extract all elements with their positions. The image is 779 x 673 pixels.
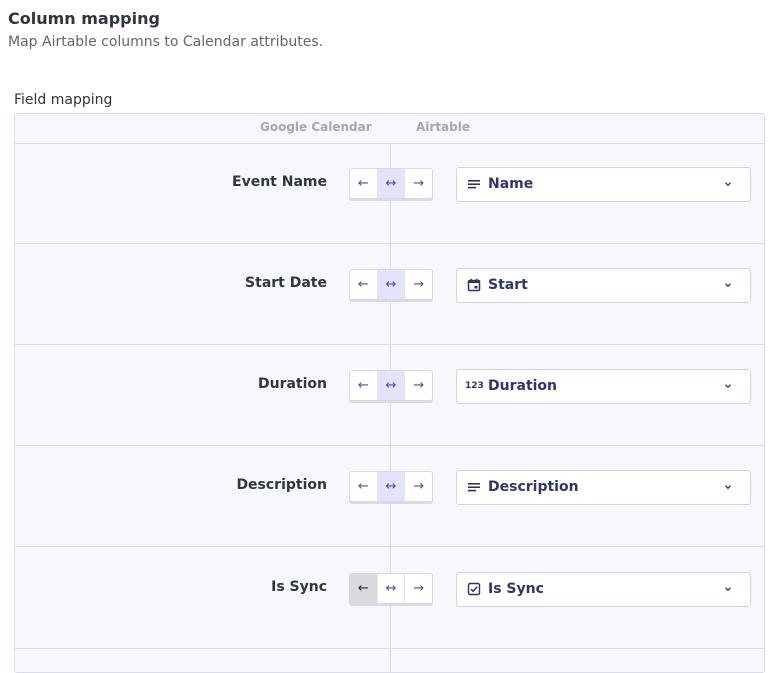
direction-both-button[interactable]: ↔ [378, 574, 406, 603]
sync-direction-toggle: ← ↔ → [349, 370, 433, 401]
direction-to-left-button[interactable]: ← [350, 472, 378, 501]
direction-to-left-button[interactable]: ← [350, 169, 378, 198]
calendar-field-label: Event Name [232, 174, 327, 190]
row-left-side: Description [15, 446, 390, 546]
airtable-field-select[interactable]: Name [456, 167, 751, 202]
airtable-field-select[interactable]: 123 Duration [456, 369, 751, 404]
airtable-field-value: Name [488, 176, 534, 192]
mapping-row-event-name: Event Name ← ↔ → Name [15, 143, 764, 244]
sync-direction-toggle: ← ↔ → [349, 471, 433, 502]
airtable-field-value: Duration [488, 378, 558, 394]
airtable-field-value: Is Sync [488, 581, 544, 597]
column-header-google-calendar: Google Calendar [260, 120, 372, 134]
mapping-row-duration: Duration ← ↔ → 123 Duration [15, 345, 764, 446]
column-header-airtable: Airtable [416, 120, 470, 134]
airtable-field-value: Start [488, 277, 528, 293]
airtable-field-select[interactable]: Description [456, 470, 751, 505]
chevron-down-icon [723, 179, 733, 189]
airtable-field-value: Description [488, 479, 579, 495]
long-text-icon [467, 480, 481, 494]
direction-to-right-button[interactable]: → [405, 270, 432, 299]
mapping-row-start-date: Start Date ← ↔ → Start [15, 244, 764, 345]
direction-both-button[interactable]: ↔ [377, 371, 406, 400]
direction-to-right-button[interactable]: → [405, 574, 432, 603]
direction-both-button[interactable]: ↔ [377, 472, 406, 501]
direction-to-right-button[interactable]: → [405, 371, 432, 400]
direction-to-right-button[interactable]: → [405, 169, 432, 198]
section-label: Field mapping [14, 92, 113, 108]
row-left-side: Duration [15, 345, 390, 445]
chevron-down-icon [723, 482, 733, 492]
long-text-icon [467, 177, 481, 191]
airtable-field-select[interactable]: Start [456, 268, 751, 303]
calendar-field-label: Is Sync [271, 579, 327, 595]
row-left-side: Start Date [15, 244, 390, 344]
number-icon: 123 [465, 381, 484, 391]
page-subtitle: Map Airtable columns to Calendar attribu… [8, 34, 324, 50]
sync-direction-toggle: ← ↔ → [349, 573, 433, 604]
direction-both-button[interactable]: ↔ [377, 270, 406, 299]
column-header-row: Google Calendar Airtable [15, 114, 764, 144]
chevron-down-icon [723, 381, 733, 391]
direction-to-left-button[interactable]: ← [350, 371, 378, 400]
calendar-field-label: Start Date [245, 275, 327, 291]
page-title: Column mapping [8, 9, 160, 28]
mapping-row-description: Description ← ↔ → Description [15, 446, 764, 547]
chevron-down-icon [723, 584, 733, 594]
calendar-icon [467, 278, 481, 292]
direction-to-right-button[interactable]: → [405, 472, 432, 501]
calendar-field-label: Duration [257, 376, 327, 392]
direction-both-button[interactable]: ↔ [377, 169, 406, 198]
row-left-side: Event Name [15, 143, 390, 243]
calendar-field-label: Description [236, 477, 327, 493]
mapping-row-is-sync: Is Sync ← ↔ → Is Sync [15, 548, 764, 649]
sync-direction-toggle: ← ↔ → [349, 269, 433, 300]
checkbox-icon [467, 582, 481, 596]
field-mapping-panel: Google Calendar Airtable Event Name ← ↔ … [14, 113, 765, 673]
direction-to-left-button[interactable]: ← [350, 270, 378, 299]
airtable-field-select[interactable]: Is Sync [456, 572, 751, 607]
chevron-down-icon [723, 280, 733, 290]
sync-direction-toggle: ← ↔ → [349, 168, 433, 199]
row-left-side: Is Sync [15, 548, 390, 648]
direction-to-left-button[interactable]: ← [350, 574, 378, 603]
